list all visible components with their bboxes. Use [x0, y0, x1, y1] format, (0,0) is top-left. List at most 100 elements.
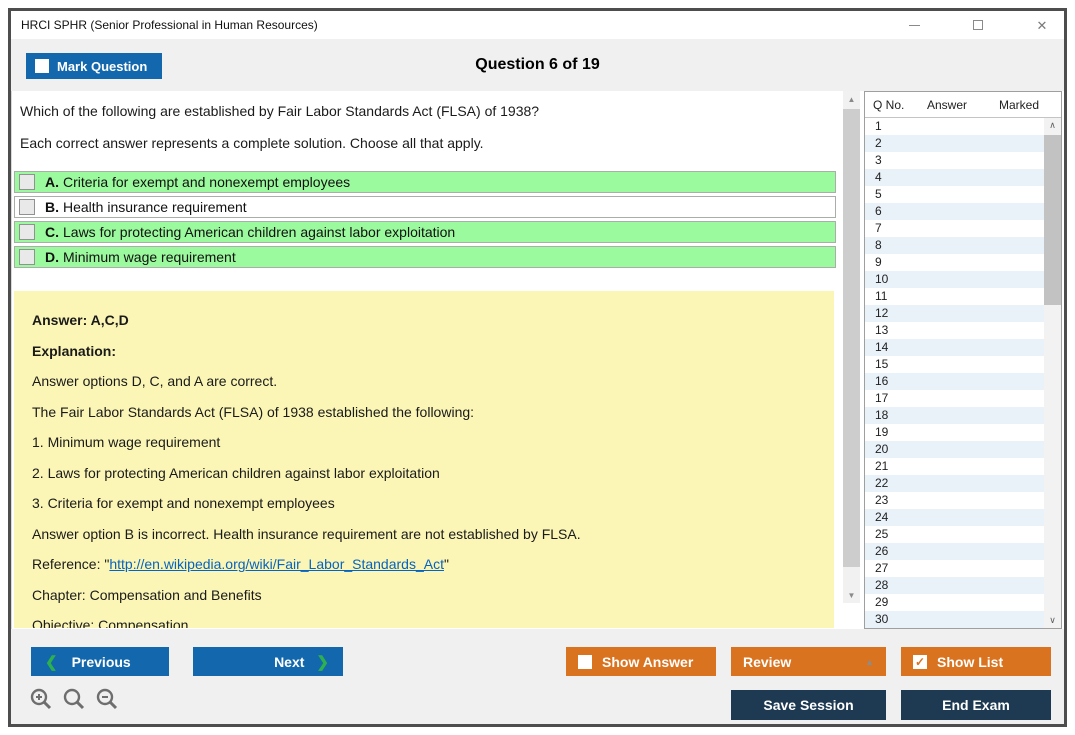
- explanation-line: 1. Minimum wage requirement: [32, 433, 816, 451]
- question-list-row[interactable]: 29: [865, 594, 1045, 611]
- app-window: HRCI SPHR (Senior Professional in Human …: [8, 8, 1067, 727]
- question-list-row[interactable]: 5: [865, 186, 1045, 203]
- option-checkbox[interactable]: [19, 199, 35, 215]
- question-list-header: Q No. Answer Marked: [865, 92, 1061, 118]
- question-list-row[interactable]: 20: [865, 441, 1045, 458]
- column-marked: Marked: [999, 98, 1039, 112]
- zoom-reset-icon[interactable]: [62, 687, 86, 711]
- reference-prefix: Reference: ": [32, 556, 109, 572]
- footer-bar: ❮ Previous Next ❯ Show Answer Review ▲ ✓…: [11, 629, 1064, 724]
- reference-link[interactable]: http://en.wikipedia.org/wiki/Fair_Labor_…: [109, 556, 444, 572]
- next-button[interactable]: Next ❯: [193, 647, 343, 676]
- sidebar-scroll-down-icon[interactable]: ∨: [1044, 613, 1061, 628]
- option-text: A.Criteria for exempt and nonexempt empl…: [45, 174, 350, 190]
- save-session-button[interactable]: Save Session: [731, 690, 886, 720]
- answer-option[interactable]: D.Minimum wage requirement: [14, 246, 836, 268]
- window-controls: ✕: [906, 11, 1050, 39]
- minimize-icon[interactable]: [906, 17, 922, 33]
- question-list-row[interactable]: 14: [865, 339, 1045, 356]
- answer-option[interactable]: C.Laws for protecting American children …: [14, 221, 836, 243]
- answer-option[interactable]: A.Criteria for exempt and nonexempt empl…: [14, 171, 836, 193]
- show-list-button[interactable]: ✓ Show List: [901, 647, 1051, 676]
- question-list-row[interactable]: 1: [865, 118, 1045, 135]
- question-list-row[interactable]: 16: [865, 373, 1045, 390]
- main-scrollbar[interactable]: ▲ ▼: [843, 91, 860, 603]
- question-list-row[interactable]: 13: [865, 322, 1045, 339]
- question-list-row[interactable]: 18: [865, 407, 1045, 424]
- explanation-line: Answer option B is incorrect. Health ins…: [32, 525, 816, 543]
- main-scrollbar-thumb[interactable]: [843, 109, 860, 567]
- scroll-down-icon[interactable]: ▼: [843, 587, 860, 603]
- question-list-row[interactable]: 2: [865, 135, 1045, 152]
- option-text: C.Laws for protecting American children …: [45, 224, 455, 240]
- review-button[interactable]: Review ▲: [731, 647, 886, 676]
- question-list-row[interactable]: 30: [865, 611, 1045, 628]
- question-list-row[interactable]: 4: [865, 169, 1045, 186]
- option-checkbox[interactable]: [19, 249, 35, 265]
- title-bar: HRCI SPHR (Senior Professional in Human …: [11, 11, 1064, 39]
- content-area: Which of the following are established b…: [11, 91, 1064, 629]
- option-checkbox[interactable]: [19, 224, 35, 240]
- question-list-panel: Q No. Answer Marked 12345678910111213141…: [864, 91, 1062, 629]
- next-label: Next: [274, 654, 304, 670]
- mark-question-button[interactable]: Mark Question: [26, 53, 162, 79]
- mark-question-checkbox[interactable]: [35, 59, 49, 73]
- reference-suffix: ": [444, 556, 449, 572]
- question-list-row[interactable]: 9: [865, 254, 1045, 271]
- question-list-row[interactable]: 21: [865, 458, 1045, 475]
- close-icon[interactable]: ✕: [1034, 17, 1050, 33]
- scroll-up-icon[interactable]: ▲: [843, 91, 860, 107]
- window-title: HRCI SPHR (Senior Professional in Human …: [21, 18, 318, 32]
- end-exam-label: End Exam: [942, 697, 1010, 713]
- save-session-label: Save Session: [763, 697, 853, 713]
- answer-key-line: Answer: A,C,D: [32, 311, 816, 329]
- chapter-line: Chapter: Compensation and Benefits: [32, 586, 816, 604]
- question-list-row[interactable]: 25: [865, 526, 1045, 543]
- question-list-row[interactable]: 28: [865, 577, 1045, 594]
- question-counter: Question 6 of 19: [11, 39, 1064, 91]
- option-text: B.Health insurance requirement: [45, 199, 247, 215]
- question-list-row[interactable]: 17: [865, 390, 1045, 407]
- question-list-row[interactable]: 3: [865, 152, 1045, 169]
- question-list-rows: 1234567891011121314151617181920212223242…: [865, 118, 1045, 630]
- question-list-row[interactable]: 27: [865, 560, 1045, 577]
- review-label: Review: [743, 654, 791, 670]
- mark-question-label: Mark Question: [57, 59, 147, 74]
- question-list-row[interactable]: 24: [865, 509, 1045, 526]
- chevron-left-icon: ❮: [45, 653, 58, 671]
- answer-option[interactable]: B.Health insurance requirement: [14, 196, 836, 218]
- zoom-toolbar: [29, 687, 119, 711]
- objective-line-clipped: Objective: Compensation: [32, 616, 816, 628]
- column-qno: Q No.: [873, 98, 904, 112]
- show-list-checkbox[interactable]: ✓: [913, 655, 927, 669]
- reference-line: Reference: "http://en.wikipedia.org/wiki…: [32, 555, 816, 573]
- question-list-row[interactable]: 7: [865, 220, 1045, 237]
- explanation-line: The Fair Labor Standards Act (FLSA) of 1…: [32, 403, 816, 421]
- question-list-row[interactable]: 26: [865, 543, 1045, 560]
- sidebar-scroll-up-icon[interactable]: ∧: [1044, 118, 1061, 133]
- question-list-row[interactable]: 8: [865, 237, 1045, 254]
- show-answer-button[interactable]: Show Answer: [566, 647, 716, 676]
- question-list-row[interactable]: 15: [865, 356, 1045, 373]
- previous-label: Previous: [72, 654, 131, 670]
- triangle-up-icon: ▲: [865, 657, 874, 667]
- question-instruction: Each correct answer represents a complet…: [20, 135, 484, 151]
- question-list-row[interactable]: 23: [865, 492, 1045, 509]
- question-list-row[interactable]: 10: [865, 271, 1045, 288]
- zoom-in-icon[interactable]: [29, 687, 53, 711]
- sidebar-scrollbar[interactable]: ∧ ∨: [1044, 118, 1061, 628]
- question-text: Which of the following are established b…: [20, 103, 539, 119]
- maximize-icon[interactable]: [970, 17, 986, 33]
- previous-button[interactable]: ❮ Previous: [31, 647, 169, 676]
- question-list-row[interactable]: 11: [865, 288, 1045, 305]
- end-exam-button[interactable]: End Exam: [901, 690, 1051, 720]
- show-answer-checkbox[interactable]: [578, 655, 592, 669]
- question-list-row[interactable]: 6: [865, 203, 1045, 220]
- zoom-out-icon[interactable]: [95, 687, 119, 711]
- sidebar-scrollbar-thumb[interactable]: [1044, 135, 1061, 305]
- question-list-row[interactable]: 12: [865, 305, 1045, 322]
- option-checkbox[interactable]: [19, 174, 35, 190]
- question-list-row[interactable]: 19: [865, 424, 1045, 441]
- question-list-row[interactable]: 22: [865, 475, 1045, 492]
- explanation-heading: Explanation:: [32, 342, 816, 360]
